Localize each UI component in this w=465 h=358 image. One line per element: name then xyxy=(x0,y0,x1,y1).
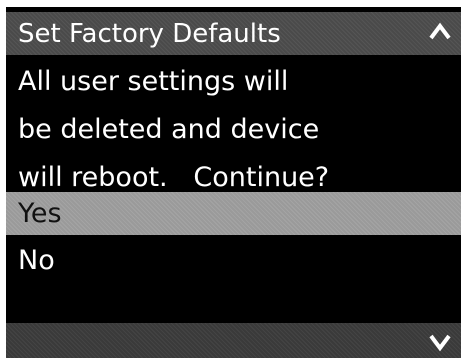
chevron-down-icon[interactable] xyxy=(427,329,453,355)
dialog-title: Set Factory Defaults xyxy=(18,19,281,49)
chevron-up-icon[interactable] xyxy=(427,19,453,45)
bottom-bar xyxy=(6,323,461,358)
message-line: All user settings will xyxy=(18,66,289,97)
option-label: No xyxy=(18,245,55,276)
device-screen: Set Factory Defaults All user settings w… xyxy=(6,7,461,358)
option-yes[interactable]: Yes xyxy=(6,192,461,235)
option-no[interactable]: No xyxy=(6,239,461,282)
option-label: Yes xyxy=(18,198,62,229)
title-bar: Set Factory Defaults xyxy=(6,12,461,55)
message-line: be deleted and device xyxy=(18,114,320,145)
message-line: will reboot. Continue? xyxy=(18,162,330,193)
